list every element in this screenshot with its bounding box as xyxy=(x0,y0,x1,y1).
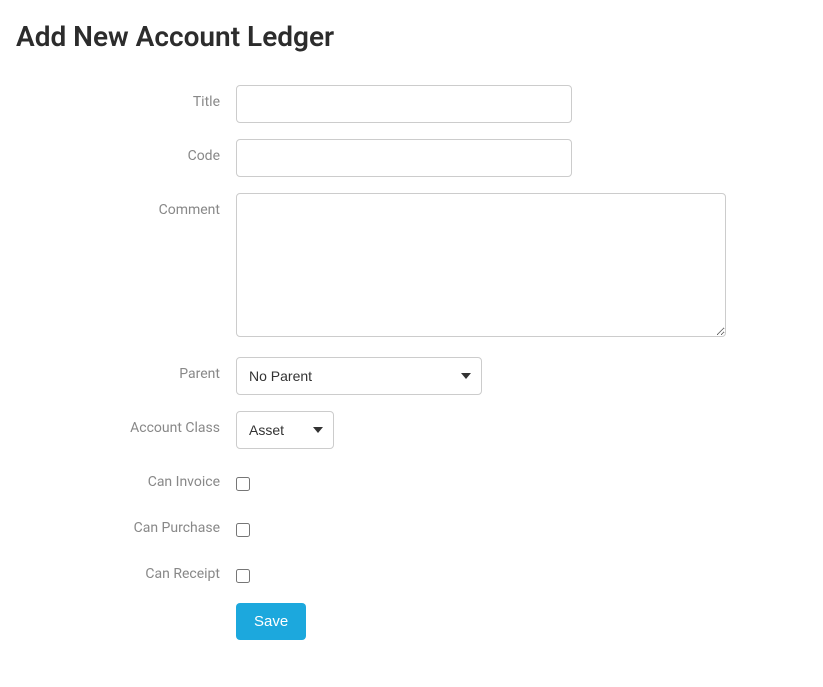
parent-label: Parent xyxy=(16,357,236,382)
account-class-label: Account Class xyxy=(16,411,236,436)
parent-select[interactable]: No Parent xyxy=(236,357,482,395)
can-invoice-checkbox[interactable] xyxy=(236,477,250,491)
page-title: Add New Account Ledger xyxy=(16,20,807,53)
can-receipt-checkbox[interactable] xyxy=(236,569,250,583)
title-label: Title xyxy=(16,85,236,110)
can-receipt-label: Can Receipt xyxy=(16,557,236,582)
code-label: Code xyxy=(16,139,236,164)
comment-label: Comment xyxy=(16,193,236,218)
can-purchase-checkbox[interactable] xyxy=(236,523,250,537)
title-input[interactable] xyxy=(236,85,572,123)
account-class-select[interactable]: Asset xyxy=(236,411,334,449)
can-purchase-label: Can Purchase xyxy=(16,511,236,536)
save-button[interactable]: Save xyxy=(236,603,306,640)
code-input[interactable] xyxy=(236,139,572,177)
can-invoice-label: Can Invoice xyxy=(16,465,236,490)
comment-textarea[interactable] xyxy=(236,193,726,337)
